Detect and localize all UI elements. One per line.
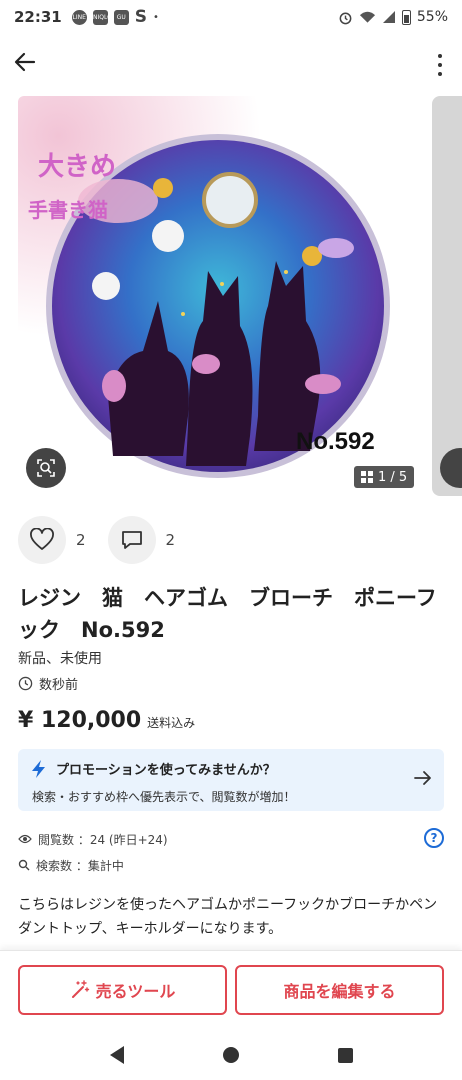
- system-status: 55%: [338, 9, 448, 25]
- posted-time: 数秒前: [18, 674, 78, 693]
- alarm-icon: [339, 12, 352, 24]
- comment-button[interactable]: [107, 516, 156, 564]
- product-title: レジン 猫 ヘアゴム ブローチ ポニーフック No.592: [18, 586, 437, 642]
- battery-icon: [401, 9, 411, 25]
- like-button[interactable]: [18, 516, 66, 564]
- heart-icon: [30, 528, 54, 550]
- system-navigation-bar: [0, 1030, 462, 1080]
- like-count: 2: [76, 531, 86, 549]
- arrow-left-icon: [14, 52, 36, 72]
- help-icon[interactable]: ?: [424, 828, 444, 848]
- item-stats: 閲覧数 ：24 (昨日+24) 検索数 ：集計中 ?: [18, 828, 444, 880]
- price: ¥ 120,000: [18, 708, 142, 733]
- product-description: こちらはレジンを使ったヘアゴムかポニーフックかブローチかペンダントトップ、キーホ…: [18, 897, 438, 937]
- nav-home-icon[interactable]: [222, 1047, 239, 1063]
- shipping-included: 送料込み: [147, 716, 196, 730]
- image-search-button[interactable]: [26, 448, 66, 488]
- overlay-text-handwritten: 手書き猫: [28, 198, 108, 222]
- edit-item-label: 商品を編集する: [283, 982, 396, 1001]
- arrow-right-icon: [414, 767, 432, 791]
- image-counter: 1 / 5: [354, 466, 415, 488]
- status-time: 22:31: [14, 8, 62, 26]
- image-search-icon: [37, 459, 55, 477]
- image-search-button-next[interactable]: [440, 448, 462, 488]
- promotion-subtitle: 検索・おすすめ枠へ優先表示で、閲覧数が増加！: [32, 790, 296, 804]
- product-photo[interactable]: 大きめ 手書き猫 No.592 1 / 5: [18, 96, 422, 496]
- posted-time-text: 数秒前: [39, 678, 79, 693]
- battery-percent: 55%: [416, 9, 448, 25]
- back-button[interactable]: [14, 50, 44, 80]
- more-menu-button[interactable]: [432, 54, 448, 76]
- clock-icon: [18, 676, 33, 691]
- eye-icon: [18, 834, 32, 844]
- sparkle-wand-icon: [71, 980, 89, 998]
- line-app-icon: LINE: [71, 9, 87, 25]
- views-row: 閲覧数 ：24 (昨日+24): [18, 828, 444, 850]
- nav-back-icon[interactable]: [109, 1046, 124, 1064]
- signal-icon: [382, 11, 395, 23]
- bottom-action-bar: 売るツール 商品を編集する: [0, 950, 462, 1030]
- overlay-text-number: No.592: [296, 428, 375, 455]
- uniqlo-app-icon: UNIQLO: [89, 9, 112, 25]
- image-gallery[interactable]: 大きめ 手書き猫 No.592 1 / 5: [18, 96, 462, 496]
- wifi-icon: [359, 11, 375, 23]
- grid-icon: [361, 471, 373, 483]
- more-notifications-dot: •: [153, 11, 159, 23]
- next-photo-preview[interactable]: [432, 96, 462, 496]
- sell-tools-label: 売るツール: [95, 982, 176, 1001]
- image-counter-text: 1 / 5: [378, 469, 408, 485]
- more-vertical-icon-dot: [438, 72, 442, 76]
- promotion-title: プロモーションを使ってみませんか？: [56, 763, 276, 778]
- comment-icon: [121, 531, 142, 549]
- status-bar: 22:31 LINE UNIQLO GU S • 55%: [0, 0, 462, 34]
- app-bar: [0, 40, 462, 90]
- comment-count: 2: [165, 531, 176, 549]
- edit-item-button[interactable]: 商品を編集する: [235, 965, 444, 1015]
- overlay-text-large: 大きめ: [38, 152, 117, 182]
- engagement-actions: 2 2: [18, 516, 197, 564]
- more-vertical-icon-dot: [438, 63, 442, 67]
- nav-recents-icon[interactable]: [337, 1047, 353, 1063]
- sell-tools-button[interactable]: 売るツール: [18, 965, 227, 1015]
- gu-app-icon: GU: [113, 9, 129, 25]
- notification-icons: LINE UNIQLO GU S •: [71, 7, 159, 27]
- views-text: 閲覧数 ：24 (昨日+24): [38, 832, 168, 847]
- s-app-icon: S: [134, 7, 147, 27]
- search-icon: [18, 859, 30, 871]
- lightning-icon: [32, 760, 45, 778]
- more-vertical-icon-dot: [438, 54, 442, 58]
- promotion-banner[interactable]: プロモーションを使ってみませんか？ 検索・おすすめ枠へ優先表示で、閲覧数が増加！: [18, 749, 444, 811]
- searches-row: 検索数 ：集計中: [18, 854, 444, 876]
- price-row: ¥ 120,000 送料込み: [18, 708, 195, 733]
- product-condition: 新品、未使用: [18, 651, 102, 667]
- searches-text: 検索数 ：集計中: [36, 858, 124, 873]
